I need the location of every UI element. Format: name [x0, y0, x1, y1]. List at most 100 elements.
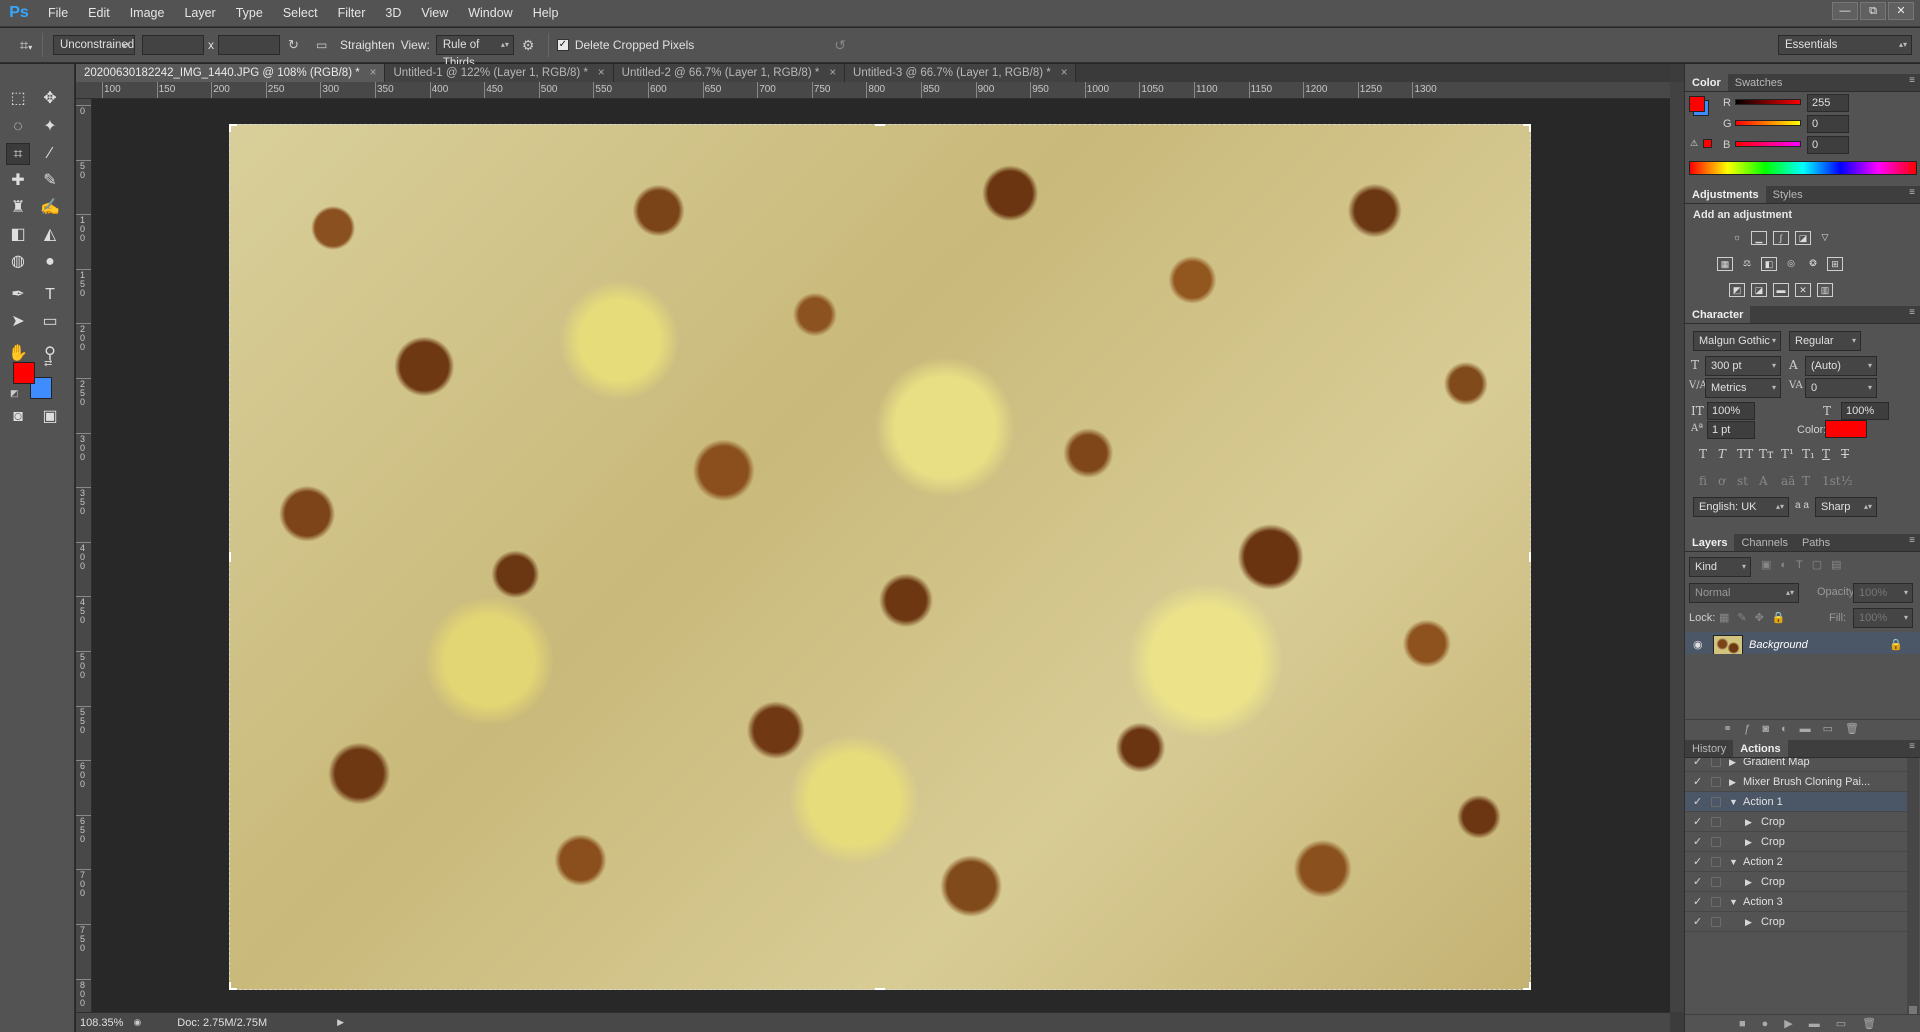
superscript-icon[interactable]: T¹	[1781, 447, 1794, 461]
dialog-toggle[interactable]	[1711, 817, 1721, 827]
tab-document-1[interactable]: 20200630182242_IMG_1440.JPG @ 108% (RGB/…	[76, 64, 386, 82]
faux-bold-icon[interactable]: T	[1699, 447, 1707, 461]
blue-slider[interactable]	[1735, 141, 1801, 147]
paint-bucket-icon[interactable]: ◭	[38, 224, 62, 246]
panel-menu-icon[interactable]: ≡	[1909, 187, 1915, 198]
ligature-icon[interactable]: ﬁ	[1699, 474, 1707, 488]
move-tool-icon[interactable]: ✥	[38, 88, 62, 110]
check-icon[interactable]: ✓	[1693, 872, 1702, 892]
antialias-select[interactable]: Sharp ▴▾	[1815, 497, 1877, 517]
tab-history[interactable]: History	[1685, 740, 1733, 757]
quick-mask-icon[interactable]: ◙	[6, 406, 30, 428]
gradient-map-icon[interactable]: ▥	[1817, 283, 1833, 297]
check-icon[interactable]: ✓	[1693, 812, 1702, 832]
crop-tool-icon[interactable]: ⌗	[6, 143, 30, 165]
healing-brush-icon[interactable]: ✚	[6, 170, 30, 192]
zoom-readout[interactable]: 108.35%	[76, 1017, 127, 1029]
layer-filter-icons[interactable]: ▣◐T▢▤	[1761, 558, 1851, 571]
dodge-tool-icon[interactable]: ●	[38, 251, 62, 273]
close-button[interactable]: ✕	[1888, 2, 1914, 20]
check-icon[interactable]: ✓	[1693, 912, 1702, 932]
levels-icon[interactable]: ▁	[1751, 231, 1767, 245]
strikethrough-icon[interactable]: T	[1841, 447, 1849, 461]
menu-layer[interactable]: Layer	[174, 0, 225, 27]
swap-colors-icon[interactable]: ⇄	[44, 358, 52, 369]
panel-menu-icon[interactable]: ≡	[1909, 307, 1915, 318]
eraser-icon[interactable]: ◧	[6, 224, 30, 246]
marquee-tool-icon[interactable]: ⬚	[6, 88, 30, 110]
menu-3d[interactable]: 3D	[375, 0, 411, 27]
brush-tool-icon[interactable]: ✎	[38, 170, 62, 192]
visibility-eye-icon[interactable]: ◉	[1693, 638, 1703, 651]
action-row-action-1[interactable]: ✓ ▼ Action 1	[1685, 792, 1907, 812]
gamut-swatch[interactable]	[1703, 139, 1712, 148]
close-icon[interactable]: ×	[1061, 64, 1068, 82]
threshold-icon[interactable]: ▬	[1773, 283, 1789, 297]
tab-paths[interactable]: Paths	[1795, 534, 1837, 551]
red-slider[interactable]	[1735, 99, 1801, 105]
crop-handle-tl-v[interactable]	[229, 124, 231, 132]
action-row-action-2[interactable]: ✓ ▼ Action 2	[1685, 852, 1907, 872]
red-value-field[interactable]: 255	[1807, 94, 1849, 112]
chevron-right-icon[interactable]: ▶	[1729, 758, 1736, 772]
tab-color[interactable]: Color	[1685, 74, 1728, 91]
fraction-icon[interactable]: ½	[1841, 474, 1853, 488]
tab-actions[interactable]: Actions	[1733, 740, 1788, 757]
crop-handle-top[interactable]	[875, 124, 885, 126]
panel-menu-icon[interactable]: ≡	[1909, 75, 1915, 86]
check-icon[interactable]: ✓	[1693, 832, 1702, 852]
chevron-down-icon[interactable]: ▼	[1729, 892, 1738, 912]
menu-filter[interactable]: Filter	[328, 0, 376, 27]
crop-handle-br-v[interactable]	[1529, 982, 1531, 990]
canvas-area[interactable]	[92, 99, 1670, 1012]
tab-channels[interactable]: Channels	[1734, 534, 1794, 551]
document-image[interactable]	[229, 124, 1531, 990]
invert-icon[interactable]: ◩	[1729, 283, 1745, 297]
green-slider[interactable]	[1735, 120, 1801, 126]
blue-value-field[interactable]: 0	[1807, 136, 1849, 154]
path-select-icon[interactable]: ➤	[6, 311, 30, 333]
kerning-select[interactable]: Metrics ▾	[1705, 378, 1781, 398]
check-icon[interactable]: ✓	[1693, 758, 1702, 772]
ratio-select[interactable]: Unconstrained ▴▾	[53, 35, 135, 55]
chevron-right-icon[interactable]: ▶	[1745, 812, 1752, 832]
ordinal-st-icon[interactable]: 1st	[1822, 474, 1841, 488]
hue-saturation-icon[interactable]: ▦	[1717, 257, 1733, 271]
straighten-icon[interactable]: ▭	[316, 38, 334, 52]
tracking-select[interactable]: 0 ▾	[1805, 378, 1877, 398]
panel-menu-icon[interactable]: ≡	[1909, 535, 1915, 546]
language-select[interactable]: English: UK ▴▾	[1693, 497, 1789, 517]
action-row-crop[interactable]: ✓ ▶ Crop	[1685, 812, 1907, 832]
fill-field[interactable]: 100% ▾	[1853, 608, 1913, 628]
default-colors-icon[interactable]: ◩	[10, 388, 19, 399]
menu-help[interactable]: Help	[523, 0, 569, 27]
tab-character[interactable]: Character	[1685, 306, 1751, 323]
rectangle-tool-icon[interactable]: ▭	[38, 311, 62, 333]
action-row-gradient-map[interactable]: ✓ ▶ Gradient Map	[1685, 758, 1907, 772]
menu-select[interactable]: Select	[273, 0, 328, 27]
view-overlay-select[interactable]: Rule of Thirds ▴▾	[435, 35, 514, 69]
dialog-toggle[interactable]	[1711, 758, 1721, 767]
check-icon[interactable]: ✓	[1693, 892, 1702, 912]
foreground-color-front[interactable]	[13, 362, 35, 384]
width-field[interactable]	[142, 35, 204, 55]
chevron-right-icon[interactable]: ▶	[1729, 772, 1736, 792]
lock-icons[interactable]: ▦✎✥🔒	[1719, 611, 1794, 624]
crop-handle-tr-v[interactable]	[1529, 124, 1531, 132]
small-caps-icon[interactable]: Tт	[1759, 447, 1774, 461]
layer-name[interactable]: Background	[1749, 639, 1808, 651]
color-balance-icon[interactable]: ⚖	[1739, 257, 1755, 271]
dialog-toggle[interactable]	[1711, 777, 1721, 787]
curves-icon[interactable]: ∫	[1773, 231, 1789, 245]
close-icon[interactable]: ×	[598, 64, 605, 82]
crop-frame[interactable]	[229, 124, 1531, 990]
layers-footer-icons[interactable]: ⚭ƒ◙◐▬▭🗑	[1685, 719, 1920, 737]
tab-swatches[interactable]: Swatches	[1728, 74, 1790, 91]
minimize-button[interactable]: —	[1832, 2, 1858, 20]
menu-type[interactable]: Type	[226, 0, 273, 27]
crop-handle-left[interactable]	[229, 552, 231, 562]
crop-handle-bl-v[interactable]	[229, 982, 231, 990]
scroll-thumb[interactable]	[1909, 1006, 1917, 1014]
actions-footer-icons[interactable]: ■●▶▬▭🗑	[1685, 1014, 1920, 1032]
font-style-select[interactable]: Regular ▾	[1789, 331, 1861, 351]
